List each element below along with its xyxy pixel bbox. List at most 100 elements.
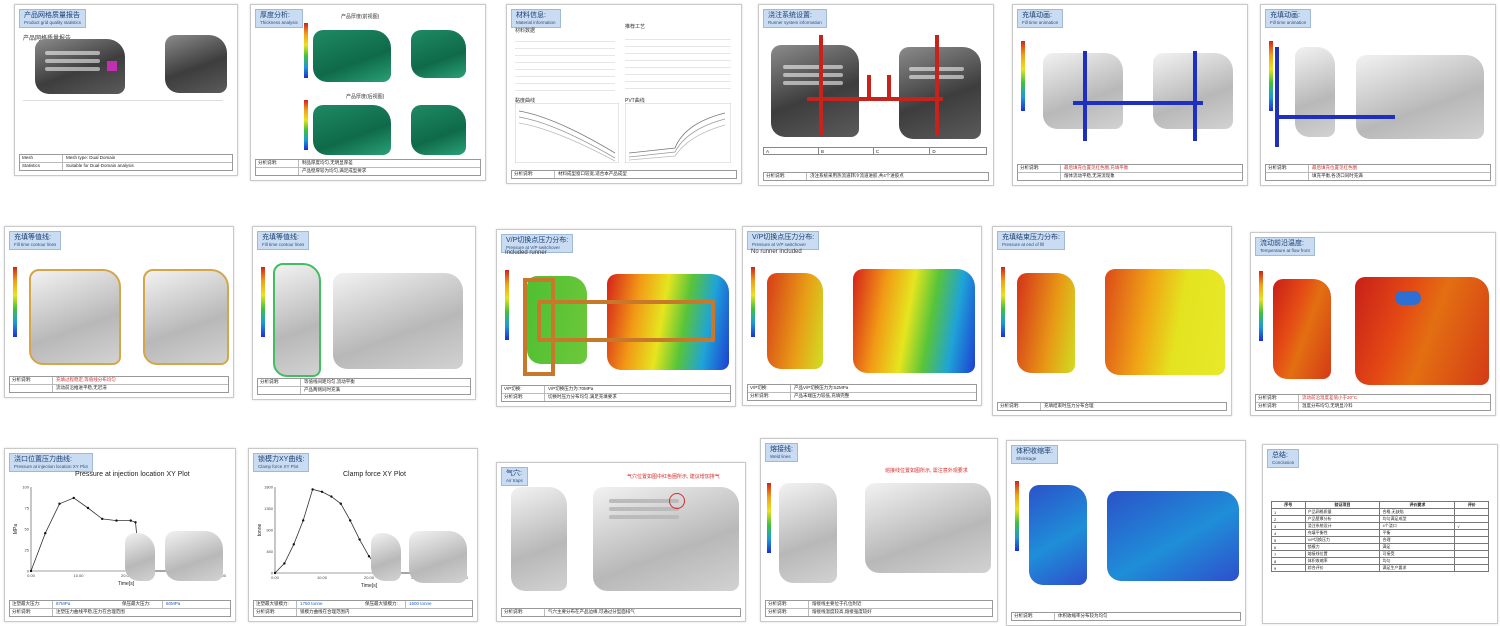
color-scale xyxy=(1269,41,1273,111)
slide-fill-contour-2[interactable]: 充填等值线: Fill time contour lines 分析说明: 等值线间距… xyxy=(252,226,476,400)
slide-title: 浇口位置压力曲线: Pressure at injection location … xyxy=(9,453,93,472)
material-table xyxy=(515,35,615,93)
part-left xyxy=(35,39,125,94)
y-axis-label: tonne xyxy=(257,524,263,537)
slide-fill-animation-1[interactable]: 充填动画: Fill time animation 分析说明: 最后填充位置见红色圈… xyxy=(1012,4,1248,186)
process-heading: 推荐工艺 xyxy=(625,24,646,30)
part-left xyxy=(1273,279,1331,379)
slide-air-traps[interactable]: 气穴: Air traps 气穴位置如图中红色圈所示, 建议增加排气 分析说明: 气… xyxy=(496,462,746,622)
slide-flow-front-temp[interactable]: 流动前沿温度: Temperature at flow front 分析说明: 流动… xyxy=(1250,232,1496,416)
slide-clamp-force[interactable]: 锁模力XY曲线: Clamp force XY Plot Clamp force … xyxy=(248,448,478,622)
color-scale xyxy=(767,483,771,553)
runner-main xyxy=(1275,115,1395,119)
view-label-front: 产品厚度(前视图) xyxy=(341,14,380,20)
data-point xyxy=(320,490,324,493)
view-label-back: 产品厚度(后视图) xyxy=(346,94,385,100)
runner-overlay xyxy=(523,278,555,376)
slide-runner[interactable]: 浇注系统设置: Runner system information ABCD 分析… xyxy=(758,4,994,186)
table-row: 5 V/P切换压力 合理 xyxy=(1271,536,1489,544)
slide-end-fill-pressure[interactable]: 充填结束压力分布: Pressure at end of fill 分析说明: 充填… xyxy=(992,226,1232,416)
data-point xyxy=(134,521,137,524)
part-thumb xyxy=(371,533,401,581)
slide-subtitle: Included runner xyxy=(505,250,547,256)
table-row: 8 体积收缩率 均匀 xyxy=(1271,557,1489,565)
y-tick-label: 25 xyxy=(25,548,30,553)
slide-material[interactable]: 材料信息: Material information 材料数据 推荐工艺 黏度曲线… xyxy=(506,4,742,184)
slide-footer: V/P切换: 产品V/P切换压力为:52MPa 分析说明: 产品末端压力较低,充填完… xyxy=(747,384,977,401)
part-right xyxy=(165,35,227,93)
slide-footer: 分析说明: 气穴主要分布在产品边缘,可通过分型面排气 xyxy=(501,608,741,617)
x-axis-label: Time[s] xyxy=(361,583,378,589)
pvt-chart xyxy=(625,103,731,163)
conclusion-table: 序号 验证项目 评价要求 评价 1 产品网格质量 合格,无缺陷 2 产品壁厚分析 均匀满足成型… xyxy=(1271,501,1489,572)
runner-drop xyxy=(1193,51,1197,141)
slide-conclusion[interactable]: 总结: Conclusion 序号 验证项目 评价要求 评价 1 产品网格质量 合格,无缺陷… xyxy=(1262,444,1498,624)
x-tick-label: 10.00 xyxy=(317,575,328,580)
y-tick-label: 1350 xyxy=(264,506,274,511)
runner-overlay xyxy=(537,300,715,342)
part-right xyxy=(411,105,466,155)
runner-drop xyxy=(887,75,891,101)
slide-fill-animation-2[interactable]: 充填动画: Fill time animation 分析说明: 最后填充位置见红色圈… xyxy=(1260,4,1496,186)
y-tick-label: 50 xyxy=(25,527,30,532)
slide-injection-pressure[interactable]: 浇口位置压力曲线: Pressure at injection location … xyxy=(4,448,236,622)
data-point xyxy=(358,538,361,541)
data-point xyxy=(86,506,90,510)
slide-title: 充填等值线: Fill time contour lines xyxy=(9,231,62,250)
data-point xyxy=(72,496,75,500)
y-axis-label: MPa xyxy=(13,524,19,535)
table-row: 9 综合评价 满足生产要求 xyxy=(1271,564,1489,572)
slide-title: 充填结束压力分布: Pressure at end of fill xyxy=(997,231,1065,250)
y-tick-label: 900 xyxy=(266,528,273,533)
runner-drop xyxy=(1083,51,1087,141)
data-point xyxy=(115,519,118,522)
slide-footer: 分析说明: 最后填充位置见红色圈 填充平衡,各浇口同时充满 xyxy=(1265,164,1491,181)
data-point xyxy=(330,495,333,498)
slide-title: 厚度分析: Thickness analysis xyxy=(255,9,303,28)
part-left xyxy=(511,487,567,591)
table-row: 7 熔接线位置 可接受 xyxy=(1271,550,1489,558)
table-row: 2 产品壁厚分析 均匀满足成型 xyxy=(1271,515,1489,523)
data-point xyxy=(302,519,305,522)
data-point xyxy=(339,502,342,505)
slide-subtitle: No runner included xyxy=(751,249,802,255)
slide-title: 材料信息: Material information xyxy=(511,9,561,28)
slide-shrinkage[interactable]: 体积收缩率: Shrinkage 分析说明: 体积收缩率分布较为均匀 xyxy=(1006,440,1246,626)
part-left xyxy=(313,30,391,82)
data-point xyxy=(273,571,277,575)
slide-footer: 分析说明: 体积收缩率分布较为均匀 xyxy=(1011,612,1241,621)
slide-title: 充填动画: Fill time animation xyxy=(1265,9,1312,28)
color-scale xyxy=(505,270,509,340)
air-trap-annotation: 气穴位置如图中红色圈所示, 建议增加排气 xyxy=(627,474,720,480)
part-right xyxy=(1355,277,1489,385)
color-scale xyxy=(1021,41,1025,111)
color-scale xyxy=(751,267,755,337)
runner-drop xyxy=(935,35,939,135)
slide-vp-pressure-runner[interactable]: V/P切换点压力分布: Pressure at V/P switchover In… xyxy=(496,229,736,407)
slide-footer: 分析说明: 等值线间距均匀,流动平衡 产品两侧同时充满 xyxy=(257,378,471,395)
slide-vp-pressure-no-runner[interactable]: V/P切换点压力分布: Pressure at V/P switchover No… xyxy=(742,226,982,406)
slide-footer: 分析说明: 熔接线主要位于孔位附近 分析说明: 熔接线温度较高,熔接强度较好 xyxy=(765,600,993,617)
plot-title: Clamp force XY Plot xyxy=(343,471,406,478)
data-point xyxy=(311,488,314,491)
part-left xyxy=(771,45,859,137)
color-scale xyxy=(1259,271,1263,341)
mesh-stats-block xyxy=(23,100,223,149)
slide-fill-contour-1[interactable]: 充填等值线: Fill time contour lines 分析说明: 充填过程稳… xyxy=(4,226,234,398)
part-right xyxy=(1105,269,1225,375)
slide-footer: Mesh Mesh type: Dual Domain Statistics Sui… xyxy=(19,154,233,171)
part-left xyxy=(779,483,837,583)
slide-footer: 分析说明: 充填结束时压力分布合理 xyxy=(997,402,1227,411)
slide-mesh-quality[interactable]: 产品网格质量报告 Product grid quality statistics … xyxy=(14,4,238,176)
runner-main xyxy=(1275,47,1279,147)
slide-thickness[interactable]: 厚度分析: Thickness analysis 产品厚度(前视图) 产品厚度(后… xyxy=(250,4,486,181)
table-row: 6 锁模力 满足 xyxy=(1271,543,1489,551)
y-tick-label: 450 xyxy=(266,549,273,554)
part-left xyxy=(1029,485,1087,585)
part-left xyxy=(273,263,321,377)
plot-title: Pressure at injection location XY Plot xyxy=(75,471,190,478)
color-scale xyxy=(1001,267,1005,337)
data-point xyxy=(283,562,286,565)
runner-table: ABCD xyxy=(763,147,987,155)
slide-weld-lines[interactable]: 熔接线: Weld lines 熔接线位置如图所示, 需注意外观要求 分析说明: 熔… xyxy=(760,438,998,622)
